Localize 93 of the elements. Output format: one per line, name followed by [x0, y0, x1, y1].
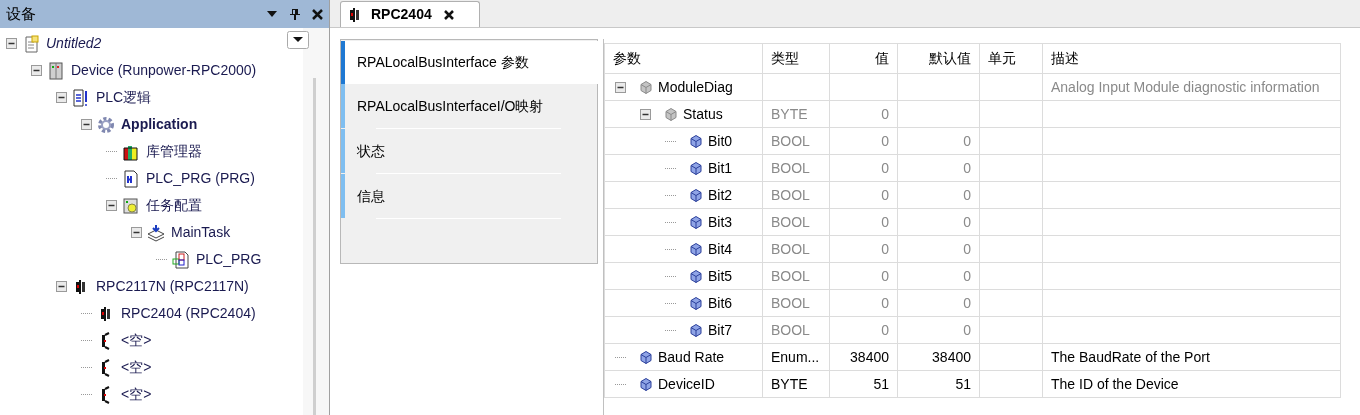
- table-cell: 0: [829, 316, 898, 344]
- table-cell: BOOL: [762, 127, 830, 155]
- table-cell: BYTE: [762, 370, 830, 398]
- table-cell: BOOL: [762, 181, 830, 209]
- table-cell: 0: [897, 208, 980, 236]
- tree-item[interactable]: RPC2404 (RPC2404): [121, 303, 256, 324]
- table-cell: 38400: [829, 343, 898, 371]
- tree-item[interactable]: Untitled2: [46, 33, 102, 54]
- collapse-icon[interactable]: [56, 281, 67, 292]
- collapse-icon[interactable]: [31, 65, 42, 76]
- collapse-icon[interactable]: [6, 38, 17, 49]
- parameter-name: Bit0: [708, 131, 733, 151]
- table-cell: 38400: [897, 343, 980, 371]
- table-cell: 0: [897, 154, 980, 182]
- table-cell: The ID of the Device: [1042, 370, 1341, 398]
- tree-item[interactable]: <空>: [121, 330, 152, 351]
- parameter-name: Bit1: [708, 158, 733, 178]
- table-cell: BOOL: [762, 235, 830, 263]
- table-cell: Enum...: [762, 343, 830, 371]
- tree-item[interactable]: <空>: [121, 357, 152, 378]
- parameter-name: Bit5: [708, 266, 733, 286]
- tree-item[interactable]: RPC2117N (RPC2117N): [96, 276, 249, 297]
- tree-item[interactable]: PLC逻辑: [96, 87, 152, 108]
- side-tab[interactable]: RPALocalBusInterface 参数: [341, 41, 599, 84]
- table-cell: BOOL: [762, 289, 830, 317]
- file-icon: [22, 34, 40, 53]
- table-cell: Analog Input Module diagnostic information: [1042, 73, 1341, 101]
- tree-item[interactable]: <空>: [121, 384, 152, 405]
- table-cell: 0: [829, 181, 898, 209]
- stack-icon: [147, 223, 165, 242]
- program-icon: [122, 169, 140, 188]
- parameter-name: Bit4: [708, 239, 733, 259]
- column-header[interactable]: 默认值: [897, 43, 980, 74]
- table-cell: 0: [897, 181, 980, 209]
- module-icon: [349, 7, 359, 22]
- table-cell: BOOL: [762, 262, 830, 290]
- editor-tab[interactable]: RPC2404: [340, 1, 480, 27]
- close-icon[interactable]: [443, 9, 454, 20]
- column-header[interactable]: 参数: [604, 43, 763, 74]
- table-cell: 0: [829, 235, 898, 263]
- table-cell: 0: [897, 289, 980, 317]
- table-cell: 0: [829, 289, 898, 317]
- collapse-icon[interactable]: [640, 108, 651, 120]
- collapse-icon[interactable]: [81, 119, 92, 130]
- parameter-name: Bit2: [708, 185, 733, 205]
- tree-item[interactable]: PLC_PRG: [196, 249, 262, 270]
- program-call-icon: [172, 250, 190, 269]
- parameter-name: DeviceID: [658, 374, 715, 394]
- column-header[interactable]: 值: [829, 43, 898, 74]
- table-cell: 0: [829, 127, 898, 155]
- column-header[interactable]: 单元: [979, 43, 1043, 74]
- table-cell: 0: [897, 127, 980, 155]
- parameter-name: Bit3: [708, 212, 733, 232]
- gear-icon: [97, 115, 115, 134]
- panel-title: 设备: [6, 3, 37, 24]
- collapse-icon[interactable]: [106, 200, 117, 211]
- collapse-icon[interactable]: [131, 227, 142, 238]
- table-cell: 0: [897, 235, 980, 263]
- tree-item[interactable]: Application: [121, 114, 198, 135]
- tree-item[interactable]: 库管理器: [146, 141, 202, 162]
- column-header[interactable]: 描述: [1042, 43, 1341, 74]
- document-icon: [72, 88, 90, 107]
- parameter-name: ModuleDiag: [658, 77, 733, 97]
- table-cell: BOOL: [762, 316, 830, 344]
- pin-icon[interactable]: [290, 8, 300, 20]
- device-icon: [47, 61, 65, 80]
- table-cell: 0: [897, 316, 980, 344]
- table-cell: The BaudRate of the Port: [1042, 343, 1341, 371]
- table-cell: 0: [897, 262, 980, 290]
- close-icon[interactable]: [312, 8, 323, 20]
- collapse-icon[interactable]: [615, 81, 626, 93]
- parameter-name: Bit7: [708, 320, 733, 340]
- tree-item[interactable]: Device (Runpower-RPC2000): [71, 60, 257, 81]
- table-cell: 0: [829, 154, 898, 182]
- table-cell: 0: [829, 100, 898, 128]
- collapse-icon[interactable]: [56, 92, 67, 103]
- parameter-name: Baud Rate: [658, 347, 725, 367]
- dropdown-icon[interactable]: [287, 31, 309, 49]
- task-config-icon: [122, 196, 140, 215]
- dropdown-icon[interactable]: [266, 10, 278, 18]
- tree-item[interactable]: PLC_PRG (PRG): [146, 168, 255, 189]
- table-cell: 0: [829, 208, 898, 236]
- table-cell: 0: [829, 262, 898, 290]
- tree-item[interactable]: 任务配置: [146, 195, 202, 216]
- table-cell: BOOL: [762, 208, 830, 236]
- table-cell: 51: [897, 370, 980, 398]
- parameter-name: Status: [683, 104, 723, 124]
- table-cell: BYTE: [762, 100, 830, 128]
- column-header[interactable]: 类型: [762, 43, 830, 74]
- parameter-name: Bit6: [708, 293, 733, 313]
- tree-item[interactable]: MainTask: [171, 222, 231, 243]
- table-cell: BOOL: [762, 154, 830, 182]
- table-cell: 51: [829, 370, 898, 398]
